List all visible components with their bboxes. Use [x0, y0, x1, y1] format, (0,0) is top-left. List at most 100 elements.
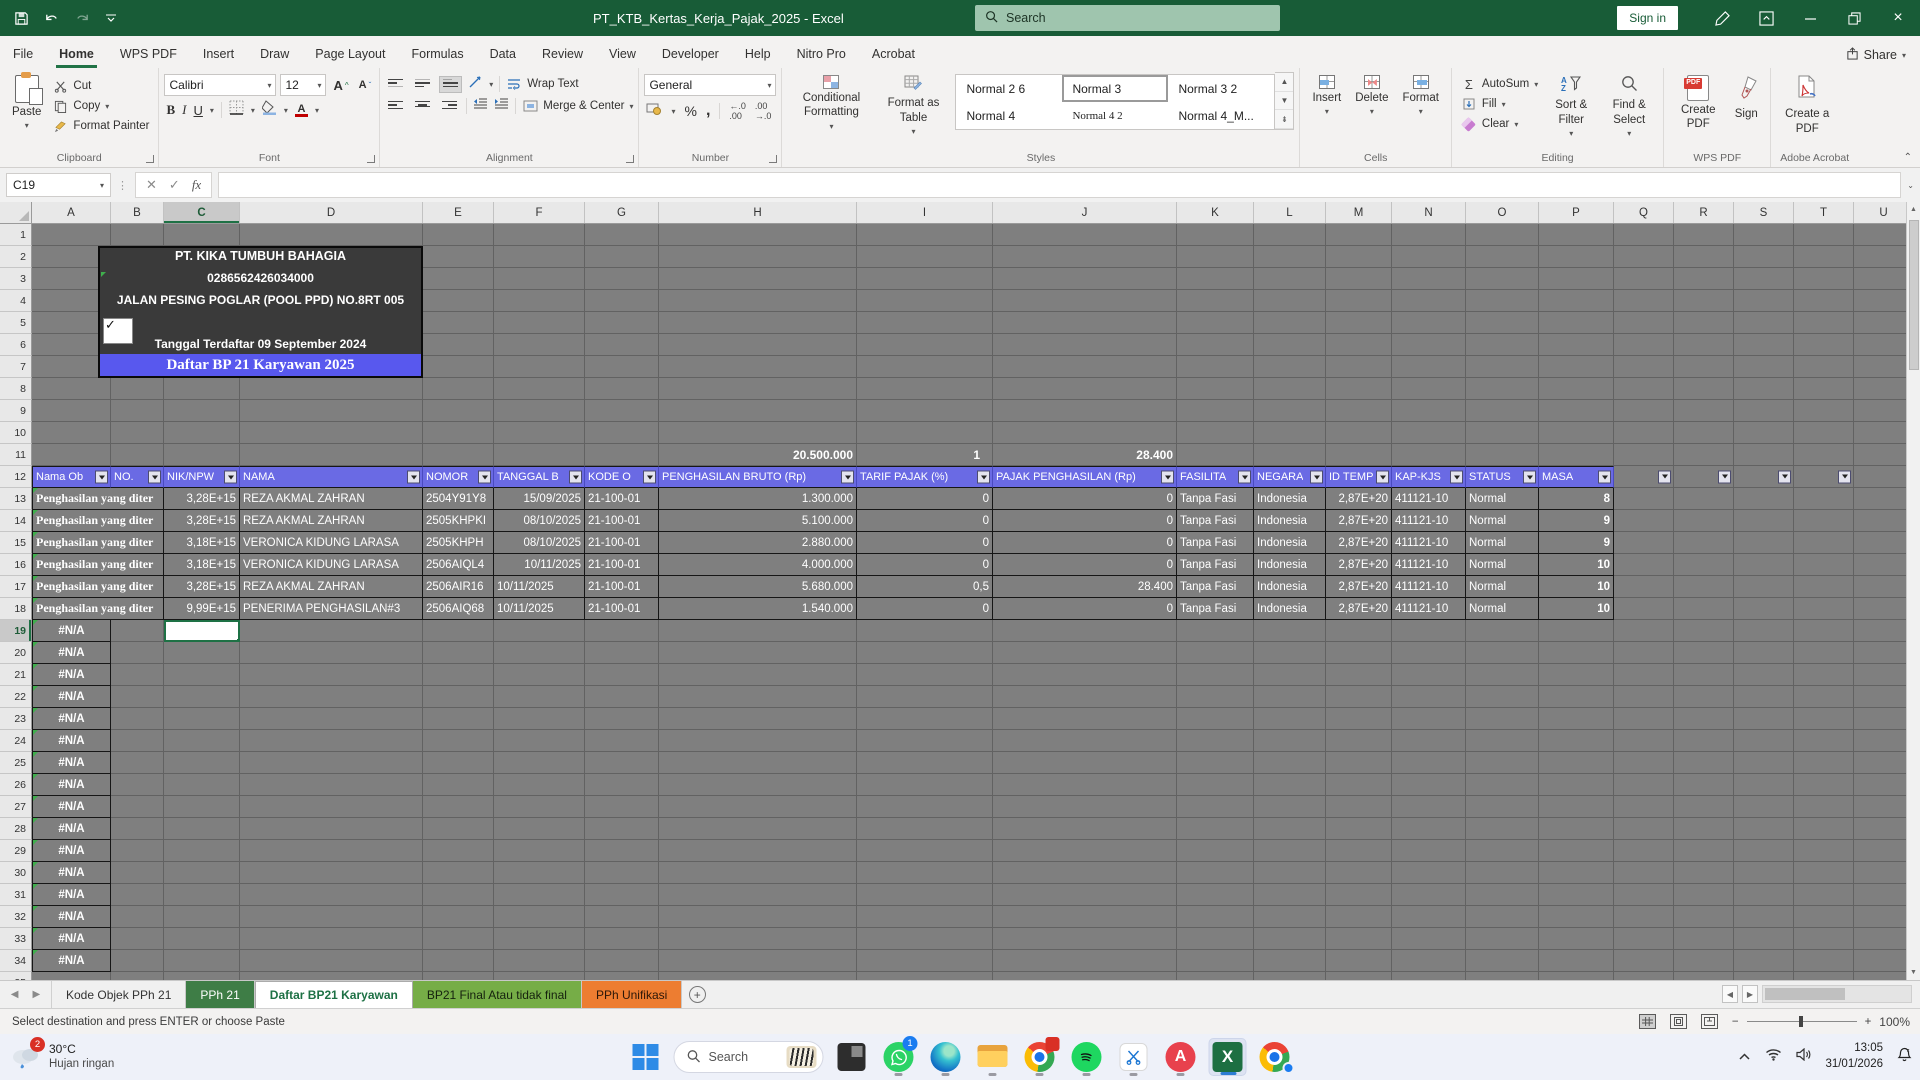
filter-button-G[interactable]: [643, 471, 656, 484]
cell-N21[interactable]: [1392, 664, 1466, 686]
cell-R8[interactable]: [1674, 378, 1734, 400]
cell-A35[interactable]: [32, 972, 111, 980]
column-header-L[interactable]: L: [1254, 202, 1326, 223]
cell-U11[interactable]: [1854, 444, 1906, 466]
cell-I22[interactable]: [857, 686, 993, 708]
conditional-formatting-button[interactable]: Conditional Formatting▾: [787, 72, 875, 135]
cell-I27[interactable]: [857, 796, 993, 818]
font-size-combo[interactable]: 12▾: [280, 74, 326, 96]
menu-tab-review[interactable]: Review: [529, 41, 596, 68]
cell-Q11[interactable]: [1614, 444, 1674, 466]
cell-K32[interactable]: [1177, 906, 1254, 928]
style-item[interactable]: Normal 3: [1062, 75, 1168, 102]
cell-U24[interactable]: [1854, 730, 1906, 752]
cell-D16[interactable]: VERONICA KIDUNG LARASA: [240, 554, 423, 576]
cell-K19[interactable]: [1177, 620, 1254, 642]
cell-D24[interactable]: [240, 730, 423, 752]
cell-H21[interactable]: [659, 664, 857, 686]
cell-H22[interactable]: [659, 686, 857, 708]
cell-K28[interactable]: [1177, 818, 1254, 840]
cell-K34[interactable]: [1177, 950, 1254, 972]
cell-R20[interactable]: [1674, 642, 1734, 664]
cell-O35[interactable]: [1466, 972, 1539, 980]
style-item[interactable]: Normal 3 2: [1168, 75, 1274, 102]
enter-icon[interactable]: ✓: [169, 177, 180, 193]
cell-F34[interactable]: [494, 950, 585, 972]
cell-K11[interactable]: [1177, 444, 1254, 466]
menu-tab-developer[interactable]: Developer: [649, 41, 732, 68]
cell-E19[interactable]: [423, 620, 494, 642]
cell-G4[interactable]: [585, 290, 659, 312]
gallery-down-icon[interactable]: ▼: [1275, 92, 1293, 111]
column-header-R[interactable]: R: [1674, 202, 1734, 223]
cell-R28[interactable]: [1674, 818, 1734, 840]
cell-K15[interactable]: Tanpa Fasi: [1177, 532, 1254, 554]
page-layout-view-icon[interactable]: [1670, 1014, 1687, 1029]
cell-O25[interactable]: [1466, 752, 1539, 774]
row-header-23[interactable]: 23: [0, 708, 32, 730]
menu-tab-acrobat[interactable]: Acrobat: [859, 41, 928, 68]
cell-O7[interactable]: [1466, 356, 1539, 378]
filter-button-L[interactable]: [1310, 471, 1323, 484]
scroll-down-icon[interactable]: ▼: [1910, 965, 1917, 980]
cell-Q27[interactable]: [1614, 796, 1674, 818]
scroll-right-icon[interactable]: ▶: [1742, 985, 1758, 1003]
cell-I7[interactable]: [857, 356, 993, 378]
cell-S2[interactable]: [1734, 246, 1794, 268]
cell-D18[interactable]: PENERIMA PENGHASILAN#3: [240, 598, 423, 620]
cell-T5[interactable]: [1794, 312, 1854, 334]
cell-K14[interactable]: Tanpa Fasi: [1177, 510, 1254, 532]
column-header-E[interactable]: E: [423, 202, 494, 223]
sheet-tab-bp21-final-atau-tidak-final[interactable]: BP21 Final Atau tidak final: [413, 981, 582, 1008]
cell-D12[interactable]: NAMA: [240, 466, 423, 488]
cell-F28[interactable]: [494, 818, 585, 840]
cell-J19[interactable]: [993, 620, 1177, 642]
row-header-4[interactable]: 4: [0, 290, 32, 312]
decrease-font-icon[interactable]: Aˇ: [356, 77, 375, 93]
cell-C33[interactable]: [164, 928, 240, 950]
cell-D31[interactable]: [240, 884, 423, 906]
cell-C31[interactable]: [164, 884, 240, 906]
cell-D10[interactable]: [240, 422, 423, 444]
cell-R7[interactable]: [1674, 356, 1734, 378]
cell-U18[interactable]: [1854, 598, 1906, 620]
filter-button-R[interactable]: [1718, 470, 1731, 483]
cell-N29[interactable]: [1392, 840, 1466, 862]
cell-U9[interactable]: [1854, 400, 1906, 422]
cell-E24[interactable]: [423, 730, 494, 752]
cell-O19[interactable]: [1466, 620, 1539, 642]
cell-O13[interactable]: Normal: [1466, 488, 1539, 510]
cell-O1[interactable]: [1466, 224, 1539, 246]
row-header-24[interactable]: 24: [0, 730, 32, 752]
cell-U5[interactable]: [1854, 312, 1906, 334]
cell-N10[interactable]: [1392, 422, 1466, 444]
cell-A18[interactable]: Penghasilan yang diter: [32, 598, 164, 620]
restore-button[interactable]: [1832, 0, 1876, 36]
cell-K5[interactable]: [1177, 312, 1254, 334]
cell-G19[interactable]: [585, 620, 659, 642]
cell-J28[interactable]: [993, 818, 1177, 840]
cell-C30[interactable]: [164, 862, 240, 884]
cell-E18[interactable]: 2506AIQ68: [423, 598, 494, 620]
cell-L8[interactable]: [1254, 378, 1326, 400]
column-header-J[interactable]: J: [993, 202, 1177, 223]
cell-O14[interactable]: Normal: [1466, 510, 1539, 532]
cell-I34[interactable]: [857, 950, 993, 972]
cell-I3[interactable]: [857, 268, 993, 290]
cell-K24[interactable]: [1177, 730, 1254, 752]
cell-M19[interactable]: [1326, 620, 1392, 642]
cell-E20[interactable]: [423, 642, 494, 664]
cell-M17[interactable]: 2,87E+20: [1326, 576, 1392, 598]
cell-M27[interactable]: [1326, 796, 1392, 818]
cell-T8[interactable]: [1794, 378, 1854, 400]
cell-B26[interactable]: [111, 774, 164, 796]
cell-F30[interactable]: [494, 862, 585, 884]
cell-I33[interactable]: [857, 928, 993, 950]
cell-S12[interactable]: [1734, 466, 1794, 488]
cell-E1[interactable]: [423, 224, 494, 246]
cell-P27[interactable]: [1539, 796, 1614, 818]
cell-F9[interactable]: [494, 400, 585, 422]
cell-Q25[interactable]: [1614, 752, 1674, 774]
cell-K33[interactable]: [1177, 928, 1254, 950]
cell-S21[interactable]: [1734, 664, 1794, 686]
